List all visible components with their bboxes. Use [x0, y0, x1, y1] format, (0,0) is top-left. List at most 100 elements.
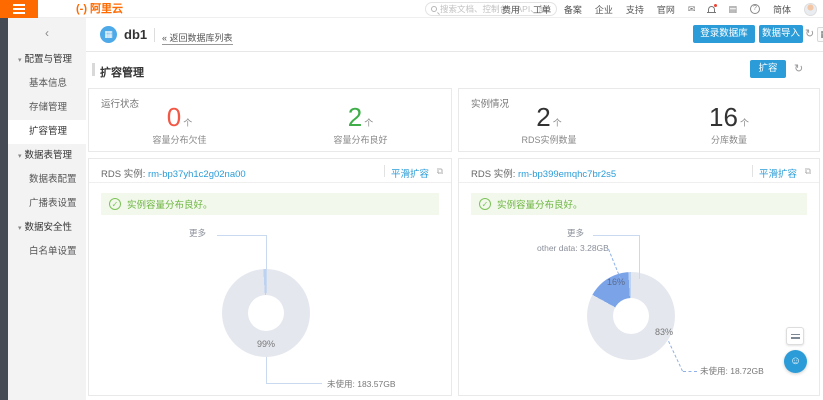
grid-view-icon[interactable]: ▦: [817, 27, 823, 42]
sidebar-group-security[interactable]: ▾数据安全性: [8, 216, 86, 240]
aliyun-logo[interactable]: (-) 阿里云: [76, 0, 123, 18]
sidebar-item-broadcast-table[interactable]: 广播表设置: [8, 192, 86, 216]
leader-line: [639, 235, 640, 279]
chart-label-other-data: other data: 3.28GB: [537, 243, 609, 253]
section-title-accent: [92, 63, 95, 76]
instance-name-link[interactable]: rm-bp37yh1c2g02na00: [148, 169, 246, 180]
sidebar-group-config[interactable]: ▾配置与管理: [8, 48, 86, 72]
notification-dot: [714, 4, 717, 7]
mail-icon[interactable]: ✉: [688, 4, 696, 15]
card-header: RDS 实例: rm-bp399emqhc7br2s5 平滑扩容 ⧉: [459, 159, 819, 183]
stat-value: 2: [348, 102, 362, 132]
main-content: 扩容管理 扩容 ↻ 运行状态 0个 容量分布欠佳 2个 容量分布良好 实例情况 …: [86, 52, 823, 400]
chart-label-unused: 未使用: 18.72GB: [700, 365, 764, 377]
database-icon: ▦: [100, 26, 117, 43]
sidebar-collapse-icon[interactable]: ‹: [8, 18, 86, 48]
status-alert: ✓ 实例容量分布良好。: [471, 193, 807, 215]
sidebar-item-expansion-mgmt[interactable]: 扩容管理: [8, 120, 86, 144]
card-header: RDS 实例: rm-bp37yh1c2g02na00 平滑扩容 ⧉: [89, 159, 451, 183]
chevron-down-icon: ▾: [18, 153, 22, 160]
stat-unit: 个: [183, 118, 192, 128]
rds-instance-card-1: RDS 实例: rm-bp37yh1c2g02na00 平滑扩容 ⧉ ✓ 实例容…: [88, 158, 452, 396]
detail-icon[interactable]: ⧉: [805, 166, 811, 177]
back-to-database-list-link[interactable]: « 返回数据库列表: [162, 31, 233, 45]
status-alert: ✓ 实例容量分布良好。: [101, 193, 439, 215]
menu-tickets[interactable]: 工单: [533, 3, 551, 16]
sidebar-group-tables[interactable]: ▾数据表管理: [8, 144, 86, 168]
notification-bell-icon[interactable]: [708, 6, 715, 12]
leader-line: [266, 235, 267, 293]
menu-billing[interactable]: 费用: [502, 3, 520, 16]
instance-label: RDS 实例:: [101, 169, 145, 180]
page-header: ▦ db1 « 返回数据库列表 登录数据库 数据导入 ↻ ▦: [86, 18, 823, 52]
assistant-button[interactable]: ☺: [784, 350, 807, 373]
section-refresh-icon[interactable]: ↻: [794, 62, 803, 75]
smooth-expand-link[interactable]: 平滑扩容: [759, 166, 797, 180]
leader-line: [217, 235, 266, 236]
stat-label: 容量分布欠佳: [89, 133, 270, 146]
feedback-button[interactable]: [786, 327, 804, 345]
instance-name-link[interactable]: rm-bp399emqhc7br2s5: [518, 169, 616, 180]
stat-unit: 个: [364, 118, 373, 128]
top-menu: 费用 工单 备案 企业 支持 官网 ✉ ▤ ? 简体: [502, 0, 817, 18]
divider: [384, 165, 385, 177]
refresh-icon[interactable]: ↻: [805, 27, 814, 40]
detail-icon[interactable]: ⧉: [437, 166, 443, 177]
chart-label-unused: 未使用: 183.57GB: [327, 378, 396, 390]
instance-label: RDS 实例:: [471, 169, 515, 180]
leader-line: [668, 341, 683, 371]
stat-shard-count: 16个 分库数量: [639, 102, 819, 146]
sidebar-item-whitelist[interactable]: 白名单设置: [8, 240, 86, 264]
donut-hole: [248, 295, 284, 331]
stat-label: RDS实例数量: [459, 133, 639, 146]
stat-rds-count: 2个 RDS实例数量: [459, 102, 639, 146]
menu-website[interactable]: 官网: [657, 3, 675, 16]
hamburger-menu-icon[interactable]: [0, 0, 38, 18]
help-icon[interactable]: ?: [750, 4, 760, 14]
leader-line: [593, 235, 639, 236]
donut-hole: [613, 298, 649, 334]
language-switch[interactable]: 简体: [773, 3, 791, 16]
leader-line: [683, 371, 697, 372]
rds-instance-card-2: RDS 实例: rm-bp399emqhc7br2s5 平滑扩容 ⧉ ✓ 实例容…: [458, 158, 820, 396]
sidebar-item-table-config[interactable]: 数据表配置: [8, 168, 86, 192]
sidebar-item-storage-mgmt[interactable]: 存储管理: [8, 96, 86, 120]
search-icon: [431, 6, 437, 12]
sidebar: ‹ ▾配置与管理 基本信息 存储管理 扩容管理 ▾数据表管理 数据表配置 广播表…: [8, 18, 86, 400]
chart-label-more[interactable]: 更多: [567, 227, 584, 239]
login-database-button[interactable]: 登录数据库: [693, 25, 755, 43]
chevron-down-icon: ▾: [18, 225, 22, 232]
status-text: 实例容量分布良好。: [497, 197, 583, 211]
status-text: 实例容量分布良好。: [127, 197, 213, 211]
stat-value: 0: [167, 102, 181, 132]
check-circle-icon: ✓: [479, 198, 491, 210]
divider: [752, 165, 753, 177]
chevron-down-icon: ▾: [18, 57, 22, 64]
menu-enterprise[interactable]: 企业: [595, 3, 613, 16]
chart-label-more[interactable]: 更多: [189, 227, 206, 239]
divider: [154, 28, 155, 42]
leader-line: [266, 383, 322, 384]
stat-good-distribution: 2个 容量分布良好: [270, 102, 451, 146]
stat-label: 分库数量: [639, 133, 819, 146]
top-navigation-bar: (-) 阿里云 费用 工单 备案 企业 支持 官网 ✉ ▤ ? 简体: [0, 0, 823, 18]
smooth-expand-link[interactable]: 平滑扩容: [391, 166, 429, 180]
stat-unit: 个: [740, 118, 749, 128]
chart-percent-unused: 83%: [647, 327, 681, 337]
instance-info-panel: 实例情况 2个 RDS实例数量 16个 分库数量: [458, 88, 820, 152]
stat-poor-distribution: 0个 容量分布欠佳: [89, 102, 270, 146]
chart-percent-other: 16%: [599, 277, 633, 287]
expand-button[interactable]: 扩容: [750, 60, 786, 78]
user-avatar[interactable]: [804, 3, 817, 16]
check-circle-icon: ✓: [109, 198, 121, 210]
chart-percent-unused: 99%: [249, 339, 283, 349]
sidebar-item-basic-info[interactable]: 基本信息: [8, 72, 86, 96]
data-import-button[interactable]: 数据导入: [759, 25, 803, 43]
stat-value: 16: [709, 102, 738, 132]
section-title: 扩容管理: [100, 64, 144, 80]
apps-icon[interactable]: ▤: [728, 4, 737, 15]
stat-label: 容量分布良好: [270, 133, 451, 146]
menu-support[interactable]: 支持: [626, 3, 644, 16]
page-title: db1: [124, 27, 147, 42]
menu-icp[interactable]: 备案: [564, 3, 582, 16]
